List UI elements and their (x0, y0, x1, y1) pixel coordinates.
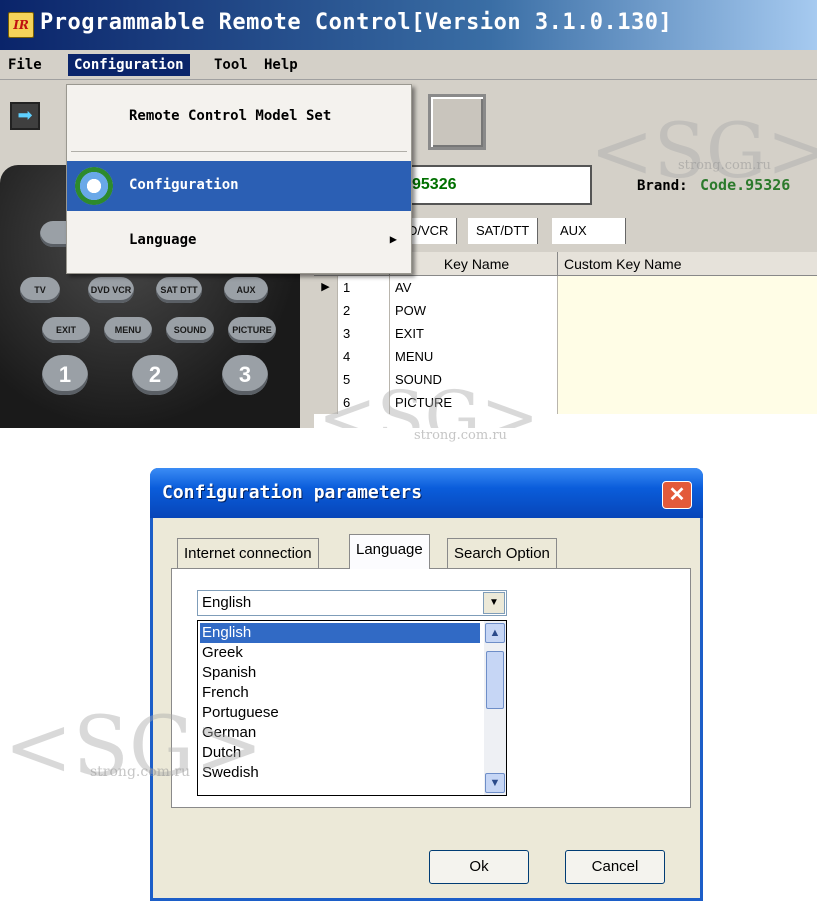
arrow-right-icon[interactable]: ➡ (10, 102, 40, 130)
tab-aux[interactable]: AUX (552, 218, 626, 244)
watermark-site: strong.com.ru (414, 428, 507, 443)
watermark-logo: <SG> (590, 106, 817, 195)
remote-menu: MENU (104, 317, 152, 343)
column-header-custom-key-name[interactable]: Custom Key Name (558, 252, 817, 276)
close-icon[interactable]: ✕ (662, 481, 692, 509)
scrollbar-thumb[interactable] (486, 651, 504, 709)
menu-item-configuration[interactable]: Configuration (67, 161, 411, 211)
menu-item-label: Configuration (129, 177, 239, 193)
ok-button[interactable]: Ok (429, 850, 529, 884)
language-select[interactable]: English ▼ (197, 590, 507, 616)
table-row[interactable]: 2 POW (314, 299, 817, 322)
row-pointer-icon: ▶ (314, 276, 338, 299)
stop-button[interactable] (428, 94, 486, 150)
main-window: IR Programmable Remote Control[Version 3… (0, 0, 817, 428)
dialog-titlebar[interactable]: Configuration parameters ✕ (150, 468, 703, 518)
cancel-button[interactable]: Cancel (565, 850, 665, 884)
submenu-arrow-icon: ▶ (389, 232, 397, 246)
code-input[interactable]: 95326 (400, 165, 592, 205)
menu-tool[interactable]: Tool (208, 54, 254, 76)
language-option[interactable]: Spanish (200, 663, 480, 683)
language-list-scrollbar[interactable]: ▲ ▼ (484, 621, 506, 795)
watermark-site: strong.com.ru (90, 764, 191, 780)
tab-language[interactable]: Language (349, 534, 430, 569)
column-header-key-name[interactable]: Key Name (390, 252, 558, 276)
scroll-down-icon[interactable]: ▼ (485, 773, 505, 793)
row-selector (314, 322, 338, 345)
language-option[interactable]: Greek (200, 643, 480, 663)
menu-configuration[interactable]: Configuration (68, 54, 190, 76)
tab-sat-dtt[interactable]: SAT/DTT (468, 218, 539, 244)
remote-num-1: 1 (42, 355, 88, 395)
key-name-cell[interactable]: MENU (390, 345, 558, 368)
remote-mode-tv: TV (20, 277, 60, 303)
custom-key-name-cell[interactable] (558, 391, 817, 414)
watermark-logo: <SG> (318, 376, 540, 428)
row-number: 4 (338, 345, 390, 368)
table-row[interactable]: 4 MENU (314, 345, 817, 368)
row-number: 2 (338, 299, 390, 322)
key-name-cell[interactable]: EXIT (390, 322, 558, 345)
row-number: 1 (338, 276, 390, 299)
menu-help[interactable]: Help (258, 54, 304, 76)
table-row[interactable]: ▶ 1 AV (314, 276, 817, 299)
scroll-up-icon[interactable]: ▲ (485, 623, 505, 643)
custom-key-name-cell[interactable] (558, 368, 817, 391)
remote-exit: EXIT (42, 317, 90, 343)
language-select-value: English (202, 594, 252, 611)
key-name-cell[interactable]: POW (390, 299, 558, 322)
table-row[interactable]: 3 EXIT (314, 322, 817, 345)
menu-file[interactable]: File (2, 54, 48, 76)
custom-key-name-cell[interactable] (558, 299, 817, 322)
custom-key-name-cell[interactable] (558, 276, 817, 299)
row-selector (314, 345, 338, 368)
app-logo-icon: IR (8, 12, 34, 38)
key-name-cell[interactable]: AV (390, 276, 558, 299)
dialog-title: Configuration parameters (162, 482, 423, 503)
remote-mode-dvd: DVD VCR (88, 277, 134, 303)
menu-item-remote-control-model-set[interactable]: Remote Control Model Set (67, 95, 411, 141)
configuration-menu: Remote Control Model Set Configuration L… (66, 84, 412, 274)
gear-icon (75, 167, 113, 205)
custom-key-name-cell[interactable] (558, 345, 817, 368)
watermark-logo: <SG> (4, 700, 264, 795)
row-number: 3 (338, 322, 390, 345)
remote-num-3: 3 (222, 355, 268, 395)
window-titlebar[interactable]: IR Programmable Remote Control[Version 3… (0, 0, 817, 50)
window-title: Programmable Remote Control[Version 3.1.… (40, 10, 673, 35)
remote-num-2: 2 (132, 355, 178, 395)
remote-mode-aux: AUX (224, 277, 268, 303)
watermark-site: strong.com.ru (678, 158, 771, 173)
remote-sound: SOUND (166, 317, 214, 343)
configuration-dialog: Configuration parameters ✕ Internet conn… (150, 468, 703, 901)
remote-picture: PICTURE (228, 317, 276, 343)
row-selector (314, 299, 338, 322)
menu-item-language[interactable]: Language ▶ (67, 219, 411, 265)
chevron-down-icon[interactable]: ▼ (483, 592, 505, 614)
custom-key-name-cell[interactable] (558, 322, 817, 345)
tab-internet-connection[interactable]: Internet connection (177, 538, 319, 568)
menu-item-label: Language (129, 232, 197, 248)
language-option[interactable]: English (199, 622, 481, 644)
tab-search-option[interactable]: Search Option (447, 538, 557, 568)
menu-separator (71, 151, 407, 152)
remote-mode-sat: SAT DTT (156, 277, 202, 303)
menubar: File Configuration Tool Help (0, 50, 817, 80)
menu-item-label: Remote Control Model Set (129, 108, 332, 124)
